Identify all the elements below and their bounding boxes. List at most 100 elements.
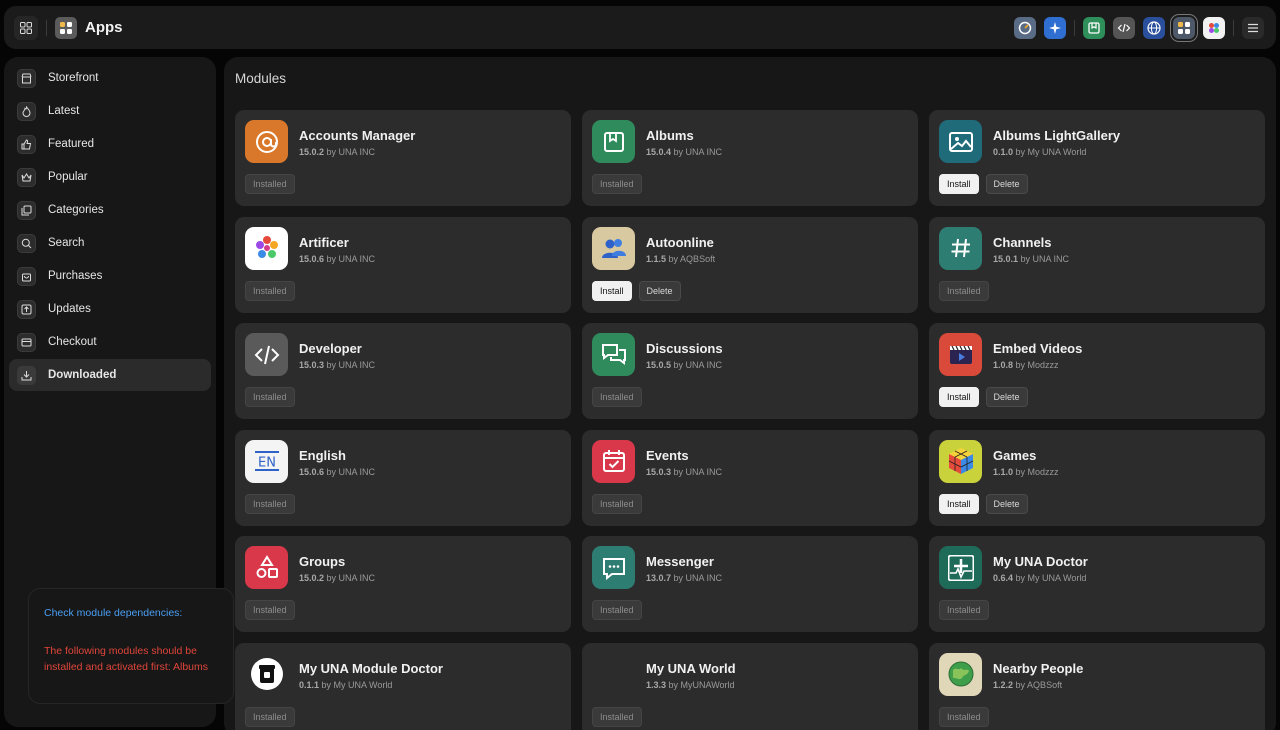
install-button[interactable]: Install bbox=[939, 493, 979, 514]
installed-badge: Installed bbox=[592, 706, 642, 727]
module-card[interactable]: Discussions 15.0.5 by UNA INC Installed bbox=[582, 323, 918, 419]
sidebar-item-featured[interactable]: Featured bbox=[9, 128, 211, 160]
module-actions: Installed bbox=[245, 706, 295, 727]
module-card[interactable]: Developer 15.0.3 by UNA INC Installed bbox=[235, 323, 571, 419]
card-icon bbox=[17, 332, 36, 352]
sidebar-item-search[interactable]: Search bbox=[9, 227, 211, 259]
globe-icon[interactable] bbox=[1143, 16, 1165, 39]
svg-text:EN: EN bbox=[258, 456, 276, 471]
installed-badge: Installed bbox=[592, 174, 642, 194]
top-bar: Apps bbox=[4, 6, 1276, 49]
module-version: 0.1.1 bbox=[299, 679, 320, 690]
module-version: 1.2.2 bbox=[993, 679, 1014, 690]
module-name[interactable]: Events bbox=[646, 448, 689, 463]
module-actions: Installed bbox=[245, 493, 295, 514]
module-card[interactable]: Autoonline 1.1.5 by AQBSoft Install Delete bbox=[582, 216, 918, 313]
delete-button[interactable]: Delete bbox=[638, 280, 681, 301]
module-actions: Install Delete bbox=[592, 280, 681, 301]
install-button[interactable]: Install bbox=[939, 387, 979, 407]
sparkle-icon[interactable] bbox=[1044, 16, 1066, 39]
module-meta: 15.0.2 by UNA INC bbox=[299, 147, 375, 157]
module-card[interactable]: Games 1.1.0 by Modzzz Install Delete bbox=[929, 429, 1265, 526]
module-card[interactable]: My UNA Module Doctor 0.1.1 by My UNA Worl… bbox=[235, 642, 571, 730]
sidebar-item-checkout[interactable]: Checkout bbox=[9, 326, 211, 358]
installed-badge: Installed bbox=[245, 706, 295, 727]
sidebar-item-label: Categories bbox=[48, 204, 104, 216]
module-name[interactable]: Embed Videos bbox=[993, 341, 1082, 356]
module-meta: 0.1.1 by My UNA World bbox=[299, 680, 392, 690]
module-card[interactable]: Accounts Manager 15.0.2 by UNA INC Install… bbox=[235, 110, 571, 206]
module-name[interactable]: Messenger bbox=[646, 554, 714, 569]
module-meta: 1.2.2 by AQBSoft bbox=[993, 680, 1062, 690]
module-version: 1.0.8 bbox=[993, 360, 1014, 370]
installed-badge: Installed bbox=[939, 280, 989, 301]
module-name[interactable]: My UNA World bbox=[646, 661, 736, 676]
module-card[interactable]: EN English 15.0.6 by UNA INC Installed bbox=[235, 429, 571, 526]
bookmark-icon[interactable] bbox=[1083, 16, 1105, 39]
module-name[interactable]: Albums LightGallery bbox=[993, 128, 1120, 143]
module-name[interactable]: My UNA Doctor bbox=[993, 554, 1088, 569]
speedometer-icon[interactable] bbox=[1014, 16, 1036, 39]
install-button[interactable]: Install bbox=[592, 280, 632, 301]
sidebar-item-latest[interactable]: Latest bbox=[9, 95, 211, 127]
categories-icon bbox=[17, 200, 36, 220]
module-card[interactable]: Groups 15.0.2 by UNA INC Installed bbox=[235, 536, 571, 632]
module-card[interactable]: My UNA Doctor 0.6.4 by My UNA World Instal… bbox=[929, 536, 1265, 632]
module-name[interactable]: Autoonline bbox=[646, 235, 714, 250]
sidebar-item-storefront[interactable]: Storefront bbox=[9, 62, 211, 94]
module-card[interactable]: Events 15.0.3 by UNA INC Installed bbox=[582, 429, 918, 526]
module-card[interactable]: Nearby People 1.2.2 by AQBSoft Installed bbox=[929, 642, 1265, 730]
apps-icon[interactable] bbox=[1170, 13, 1198, 42]
module-card[interactable]: Channels 15.0.1 by UNA INC Installed bbox=[929, 216, 1265, 313]
delete-button[interactable]: Delete bbox=[985, 174, 1028, 194]
delete-button[interactable]: Delete bbox=[985, 493, 1028, 514]
module-actions: Installed bbox=[939, 706, 989, 727]
delete-button[interactable]: Delete bbox=[985, 387, 1028, 407]
module-name[interactable]: Developer bbox=[299, 341, 362, 356]
module-vendor: by UNA INC bbox=[1020, 253, 1070, 264]
module-name[interactable]: My UNA Module Doctor bbox=[299, 661, 443, 676]
grid-icon[interactable] bbox=[14, 15, 38, 40]
sidebar-item-categories[interactable]: Categories bbox=[9, 194, 211, 226]
module-name[interactable]: Accounts Manager bbox=[299, 128, 415, 143]
module-name[interactable]: Discussions bbox=[646, 341, 723, 356]
module-card[interactable]: Embed Videos 1.0.8 by Modzzz Install Delete bbox=[929, 323, 1265, 419]
sidebar-item-purchases[interactable]: Purchases bbox=[9, 260, 211, 292]
module-name[interactable]: Groups bbox=[299, 554, 345, 569]
flame-icon bbox=[17, 101, 36, 121]
module-card[interactable]: My UNA World 1.3.3 by MyUNAWorld Installed bbox=[582, 642, 918, 730]
module-card[interactable]: Messenger 13.0.7 by UNA INC Installed bbox=[582, 536, 918, 632]
picture-icon bbox=[939, 120, 982, 163]
sidebar-item-popular[interactable]: Popular bbox=[9, 161, 211, 193]
module-version: 1.1.5 bbox=[646, 253, 667, 264]
sidebar-item-downloaded[interactable]: Downloaded bbox=[9, 359, 211, 391]
installed-badge: Installed bbox=[245, 600, 295, 620]
divider bbox=[1074, 19, 1075, 36]
module-card[interactable]: Albums LightGallery 0.1.0 by My UNA World… bbox=[929, 110, 1265, 206]
module-meta: 15.0.5 by UNA INC bbox=[646, 360, 722, 370]
code-icon[interactable] bbox=[1113, 16, 1135, 39]
install-button[interactable]: Install bbox=[939, 174, 979, 194]
module-vendor: by UNA INC bbox=[326, 466, 376, 477]
module-name[interactable]: Artificer bbox=[299, 235, 349, 250]
module-vendor: by AQBSoft bbox=[668, 253, 716, 264]
sidebar-item-updates[interactable]: Updates bbox=[9, 293, 211, 325]
installed-badge: Installed bbox=[939, 706, 989, 727]
module-actions: Install Delete bbox=[939, 493, 1028, 514]
module-card[interactable]: Artificer 15.0.6 by UNA INC Installed bbox=[235, 216, 571, 313]
module-vendor: by My UNA World bbox=[1015, 147, 1087, 157]
module-name[interactable]: Albums bbox=[646, 128, 694, 143]
module-name[interactable]: English bbox=[299, 448, 346, 463]
module-name[interactable]: Channels bbox=[993, 235, 1052, 250]
palette-icon[interactable] bbox=[1203, 16, 1225, 39]
module-card[interactable]: Albums 15.0.4 by UNA INC Installed bbox=[582, 110, 918, 206]
header-toolbar bbox=[1014, 6, 1264, 49]
hashtag-icon bbox=[939, 226, 982, 270]
bag-icon bbox=[17, 266, 36, 286]
module-name[interactable]: Games bbox=[993, 448, 1036, 463]
module-actions: Installed bbox=[245, 280, 295, 301]
hamburger-menu-icon[interactable] bbox=[1242, 16, 1264, 39]
module-meta: 13.0.7 by UNA INC bbox=[646, 573, 722, 583]
module-vendor: by UNA INC bbox=[326, 573, 376, 583]
module-name[interactable]: Nearby People bbox=[993, 661, 1083, 676]
